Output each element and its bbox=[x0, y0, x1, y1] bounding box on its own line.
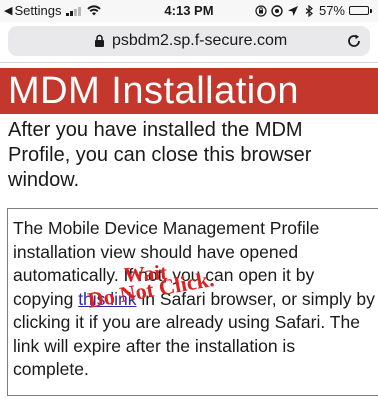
battery-percent: 57% bbox=[318, 3, 345, 18]
notice-box: The Mobile Device Management Profile ins… bbox=[7, 208, 378, 396]
page-header-banner: MDM Installation bbox=[0, 68, 378, 114]
bluetooth-icon bbox=[305, 4, 313, 17]
profile-link[interactable]: this link bbox=[78, 289, 136, 309]
location-arrow-icon bbox=[287, 5, 298, 16]
notice-text: The Mobile Device Management Profile ins… bbox=[13, 217, 375, 382]
reload-icon[interactable] bbox=[346, 33, 362, 49]
page-title: MDM Installation bbox=[8, 70, 299, 112]
battery-icon bbox=[349, 6, 372, 15]
address-bar[interactable]: psbdm2.sp.f-secure.com bbox=[8, 26, 370, 56]
status-right: 57% bbox=[255, 3, 372, 18]
screen-lock-icon bbox=[271, 4, 283, 17]
url-text[interactable]: psbdm2.sp.f-secure.com bbox=[112, 32, 287, 50]
toolbar-divider bbox=[0, 62, 378, 63]
orientation-lock-icon bbox=[255, 4, 267, 17]
lock-icon bbox=[95, 34, 104, 47]
status-bar: ◀ Settings 4:13 PM 57% bbox=[0, 0, 378, 22]
intro-text: After you have installed the MDM Profile… bbox=[8, 119, 312, 191]
